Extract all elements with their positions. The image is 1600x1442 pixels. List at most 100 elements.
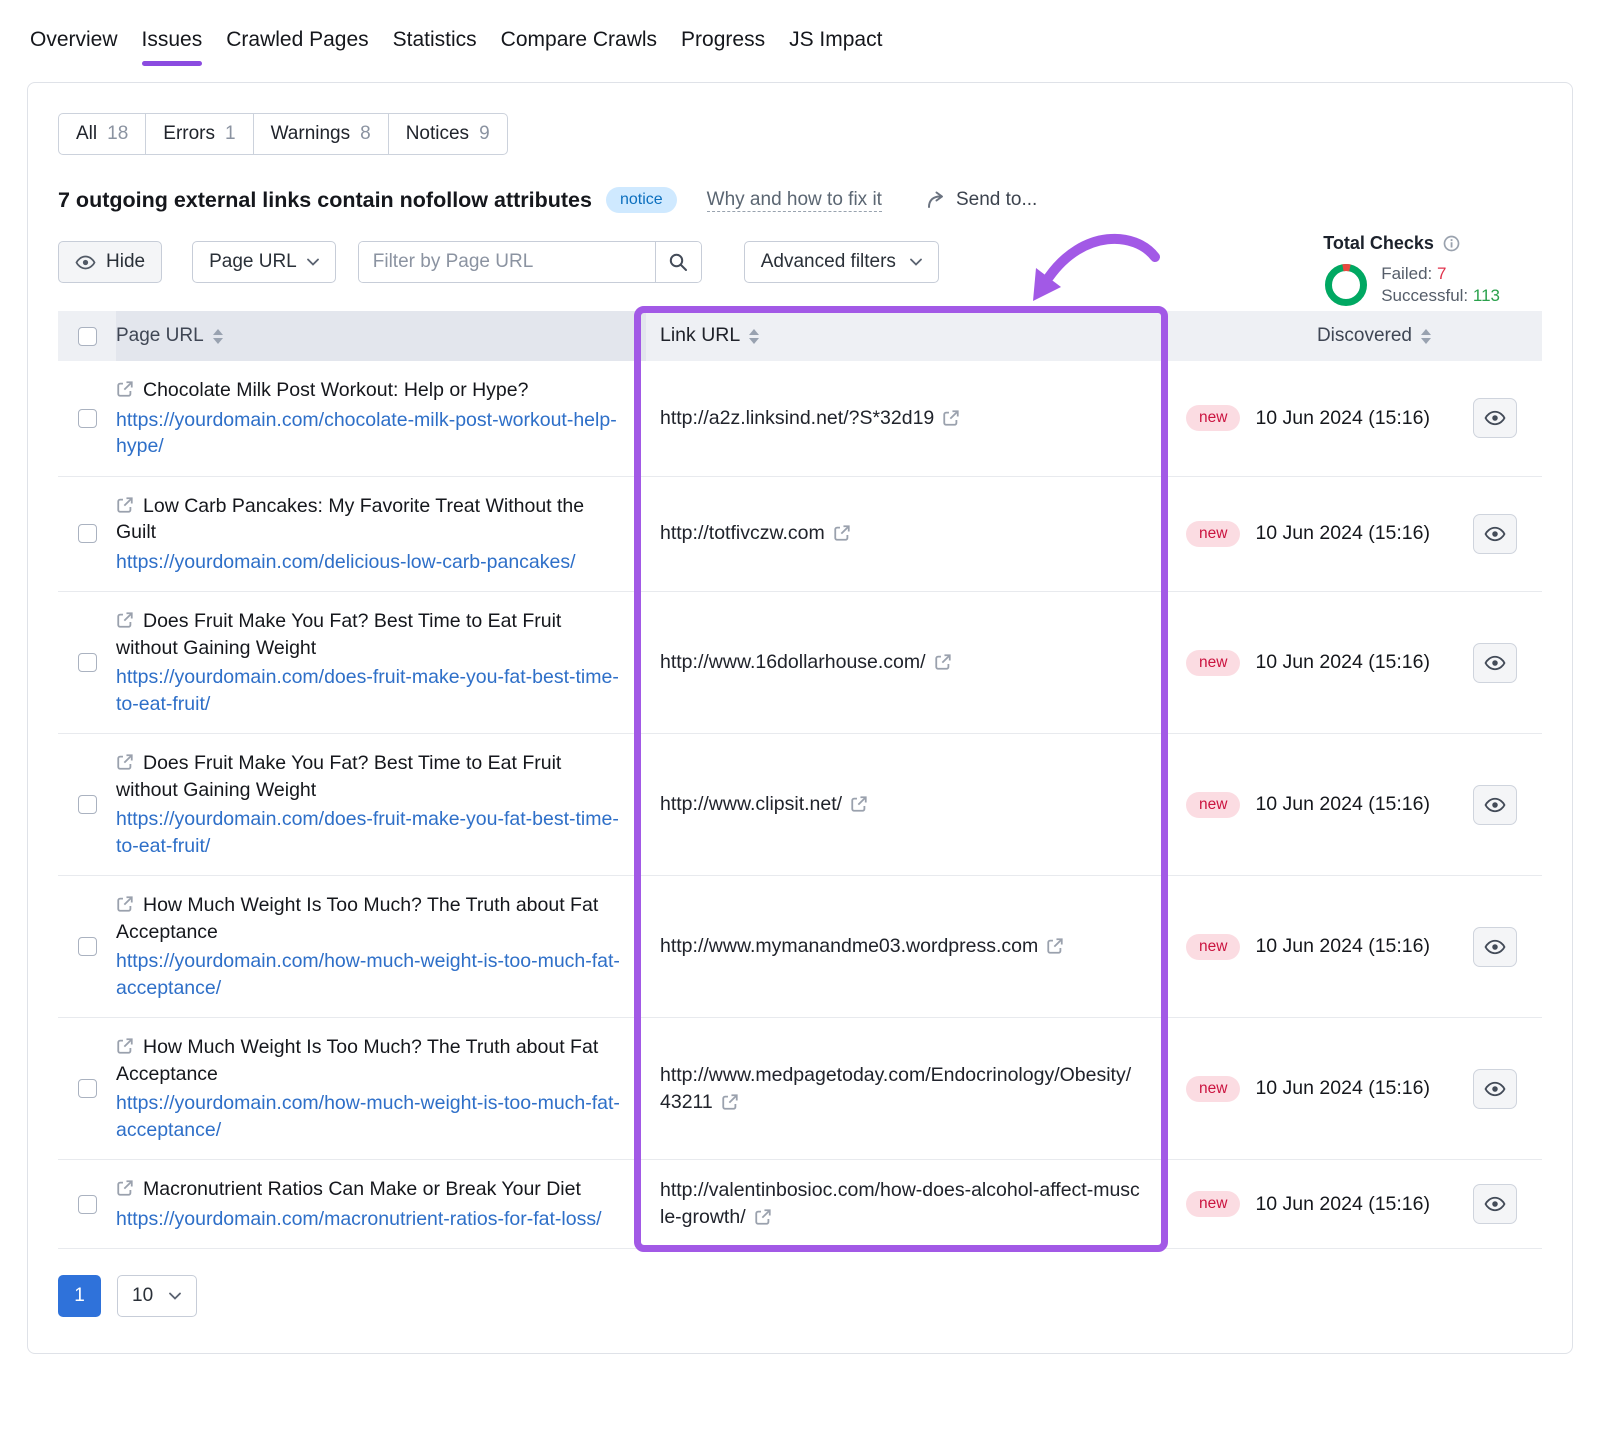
per-page-select[interactable]: 10 <box>117 1275 197 1317</box>
sort-icon <box>749 329 759 344</box>
total-checks-title-row: Total Checks <box>1323 233 1500 254</box>
filter-notices[interactable]: Notices 9 <box>389 114 507 154</box>
row-checkbox[interactable] <box>78 409 97 428</box>
page-url-link[interactable]: https://yourdomain.com/does-fruit-make-y… <box>116 806 622 859</box>
table-body: Chocolate Milk Post Workout: Help or Hyp… <box>58 361 1542 1249</box>
external-link-icon <box>116 1178 134 1196</box>
table-row: How Much Weight Is Too Much? The Truth a… <box>58 1018 1542 1160</box>
advanced-filters-button[interactable]: Advanced filters <box>744 241 939 283</box>
tab-progress[interactable]: Progress <box>681 24 765 68</box>
external-link-icon[interactable] <box>833 523 851 541</box>
tab-statistics[interactable]: Statistics <box>393 24 477 68</box>
per-page-value: 10 <box>132 1285 153 1307</box>
column-header-link-url[interactable]: Link URL <box>646 311 1166 361</box>
link-url-header-label: Link URL <box>660 322 740 349</box>
search-button[interactable] <box>655 242 701 282</box>
send-to-label: Send to... <box>956 189 1037 211</box>
page-url-link[interactable]: https://yourdomain.com/chocolate-milk-po… <box>116 407 622 460</box>
tab-js-impact[interactable]: JS Impact <box>789 24 882 68</box>
page-url-link[interactable]: https://yourdomain.com/macronutrient-rat… <box>116 1206 622 1233</box>
view-issue-button[interactable] <box>1473 398 1517 438</box>
link-url-text: http://www.16dollarhouse.com/ <box>660 651 926 673</box>
external-link-icon <box>116 495 134 513</box>
external-link-icon[interactable] <box>942 408 960 426</box>
discovered-date: 10 Jun 2024 (15:16) <box>1255 651 1430 674</box>
controls-row: Hide Page URL Advanced filters <box>58 241 1542 283</box>
checks-donut-chart <box>1323 262 1369 308</box>
filter-input[interactable] <box>359 242 655 282</box>
filter-warnings[interactable]: Warnings 8 <box>254 114 389 154</box>
pagination: 1 10 <box>58 1275 1542 1317</box>
row-checkbox[interactable] <box>78 524 97 543</box>
successful-value: 113 <box>1473 286 1500 305</box>
view-issue-button[interactable] <box>1473 1069 1517 1109</box>
successful-label: Successful: <box>1381 286 1468 305</box>
issues-panel: All 18 Errors 1 Warnings 8 Notices 9 7 o… <box>27 82 1573 1354</box>
advanced-filters-label: Advanced filters <box>761 251 896 273</box>
page-url-link[interactable]: https://yourdomain.com/how-much-weight-i… <box>116 1090 622 1143</box>
filter-errors-count: 1 <box>225 123 236 145</box>
view-issue-button[interactable] <box>1473 514 1517 554</box>
external-link-icon[interactable] <box>721 1092 739 1110</box>
row-checkbox[interactable] <box>78 1079 97 1098</box>
column-header-discovered[interactable]: Discovered <box>1166 311 1473 361</box>
filter-field-label: Page URL <box>209 251 297 273</box>
filter-warnings-label: Warnings <box>271 123 351 145</box>
view-issue-button[interactable] <box>1473 927 1517 967</box>
external-link-icon <box>116 894 134 912</box>
sort-icon <box>213 329 223 344</box>
row-checkbox[interactable] <box>78 653 97 672</box>
select-all-checkbox[interactable] <box>78 327 97 346</box>
discovered-date: 10 Jun 2024 (15:16) <box>1255 407 1430 430</box>
external-link-icon[interactable] <box>1046 936 1064 954</box>
eye-icon <box>1484 1193 1506 1215</box>
new-badge: new <box>1186 405 1240 431</box>
page-1-button[interactable]: 1 <box>58 1275 101 1317</box>
page-url-link[interactable]: https://yourdomain.com/how-much-weight-i… <box>116 948 622 1001</box>
external-link-icon[interactable] <box>754 1207 772 1225</box>
page-url-link[interactable]: https://yourdomain.com/does-fruit-make-y… <box>116 664 622 717</box>
tab-compare-crawls[interactable]: Compare Crawls <box>501 24 657 68</box>
info-icon[interactable] <box>1443 235 1460 252</box>
send-arrow-icon <box>926 190 947 210</box>
table-row: Macronutrient Ratios Can Make or Break Y… <box>58 1160 1542 1249</box>
view-issue-button[interactable] <box>1473 785 1517 825</box>
page-title: Macronutrient Ratios Can Make or Break Y… <box>143 1178 581 1200</box>
top-nav: Overview Issues Crawled Pages Statistics… <box>0 0 1600 68</box>
external-link-icon[interactable] <box>934 652 952 670</box>
row-checkbox[interactable] <box>78 795 97 814</box>
filter-all[interactable]: All 18 <box>59 114 146 154</box>
tab-issues[interactable]: Issues <box>142 24 203 68</box>
view-issue-button[interactable] <box>1473 643 1517 683</box>
page-url-link[interactable]: https://yourdomain.com/delicious-low-car… <box>116 549 622 576</box>
issues-table: Page URL Link URL Discovered Chocolate M… <box>58 311 1542 1249</box>
hide-button[interactable]: Hide <box>58 241 162 283</box>
filter-errors-label: Errors <box>163 123 215 145</box>
external-link-icon <box>116 610 134 628</box>
filter-field-select[interactable]: Page URL <box>192 241 336 283</box>
filter-notices-label: Notices <box>406 123 469 145</box>
page-title: Chocolate Milk Post Workout: Help or Hyp… <box>143 379 528 401</box>
discovered-date: 10 Jun 2024 (15:16) <box>1255 793 1430 816</box>
why-and-how-to-fix-link[interactable]: Why and how to fix it <box>707 189 882 212</box>
table-row: Low Carb Pancakes: My Favorite Treat Wit… <box>58 477 1542 593</box>
column-header-page-url[interactable]: Page URL <box>116 311 646 361</box>
view-issue-button[interactable] <box>1473 1184 1517 1224</box>
eye-icon <box>1484 407 1506 429</box>
tab-overview[interactable]: Overview <box>30 24 118 68</box>
issue-heading-row: 7 outgoing external links contain nofoll… <box>58 187 1542 213</box>
eye-icon <box>1484 936 1506 958</box>
tab-crawled-pages[interactable]: Crawled Pages <box>226 24 368 68</box>
discovered-date: 10 Jun 2024 (15:16) <box>1255 522 1430 545</box>
discovered-date: 10 Jun 2024 (15:16) <box>1255 935 1430 958</box>
row-checkbox[interactable] <box>78 1195 97 1214</box>
filter-errors[interactable]: Errors 1 <box>146 114 253 154</box>
send-to-button[interactable]: Send to... <box>926 189 1037 211</box>
link-url-text: http://valentinbosioc.com/how-does-alcoh… <box>660 1179 1140 1228</box>
external-link-icon[interactable] <box>850 794 868 812</box>
external-link-icon <box>116 379 134 397</box>
notice-badge: notice <box>606 187 677 213</box>
eye-icon <box>75 252 96 273</box>
hide-label: Hide <box>106 251 145 273</box>
row-checkbox[interactable] <box>78 937 97 956</box>
